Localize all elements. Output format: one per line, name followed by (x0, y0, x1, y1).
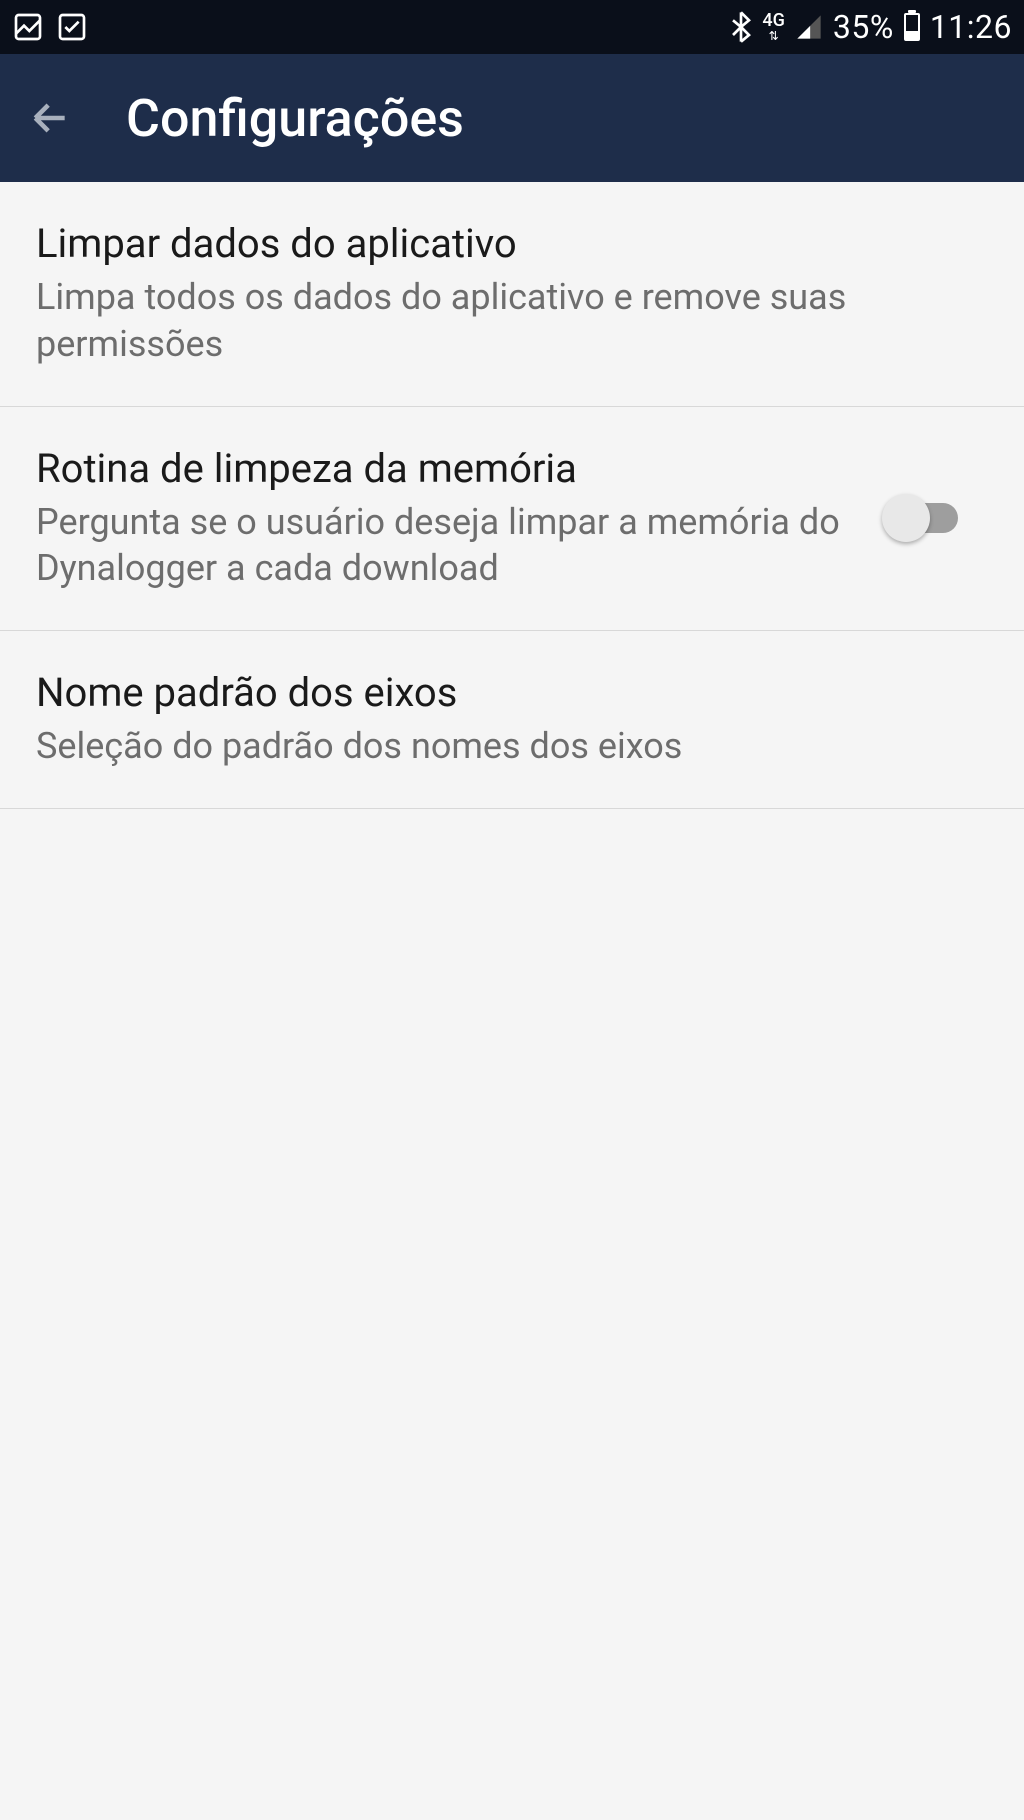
page-title: Configurações (126, 88, 464, 149)
back-button[interactable] (22, 90, 78, 146)
battery-percentage: 35% (833, 8, 894, 46)
settings-item-memory-cleanup[interactable]: Rotina de limpeza da memória Pergunta se… (0, 407, 1024, 632)
app-bar: Configurações (0, 54, 1024, 182)
settings-list: Limpar dados do aplicativo Limpa todos o… (0, 182, 1024, 809)
clock: 11:26 (930, 8, 1012, 46)
settings-item-subtitle: Limpa todos os dados do aplicativo e rem… (36, 274, 988, 368)
settings-item-title: Rotina de limpeza da memória (36, 445, 868, 493)
settings-item-subtitle: Seleção do padrão dos nomes dos eixos (36, 723, 988, 770)
bluetooth-icon (730, 11, 752, 43)
status-right-icons: 4G ⇅ 35% 11:26 (730, 8, 1012, 46)
download-done-icon (56, 11, 88, 43)
arrow-left-icon (28, 96, 72, 140)
toggle-memory-cleanup[interactable] (888, 503, 958, 533)
status-bar: 4G ⇅ 35% 11:26 (0, 0, 1024, 54)
battery-icon (904, 13, 920, 41)
settings-item-title: Nome padrão dos eixos (36, 669, 988, 717)
network-4g-icon: 4G ⇅ (762, 12, 785, 42)
settings-item-title: Limpar dados do aplicativo (36, 220, 988, 268)
settings-item-clear-data[interactable]: Limpar dados do aplicativo Limpa todos o… (0, 182, 1024, 407)
data-arrows-icon: ⇅ (769, 30, 779, 42)
settings-item-subtitle: Pergunta se o usuário deseja limpar a me… (36, 499, 868, 593)
toggle-thumb (882, 494, 930, 542)
signal-icon (795, 13, 823, 41)
status-left-icons (12, 11, 88, 43)
image-icon (12, 11, 44, 43)
network-label: 4G (762, 12, 785, 30)
settings-item-axis-names[interactable]: Nome padrão dos eixos Seleção do padrão … (0, 631, 1024, 809)
